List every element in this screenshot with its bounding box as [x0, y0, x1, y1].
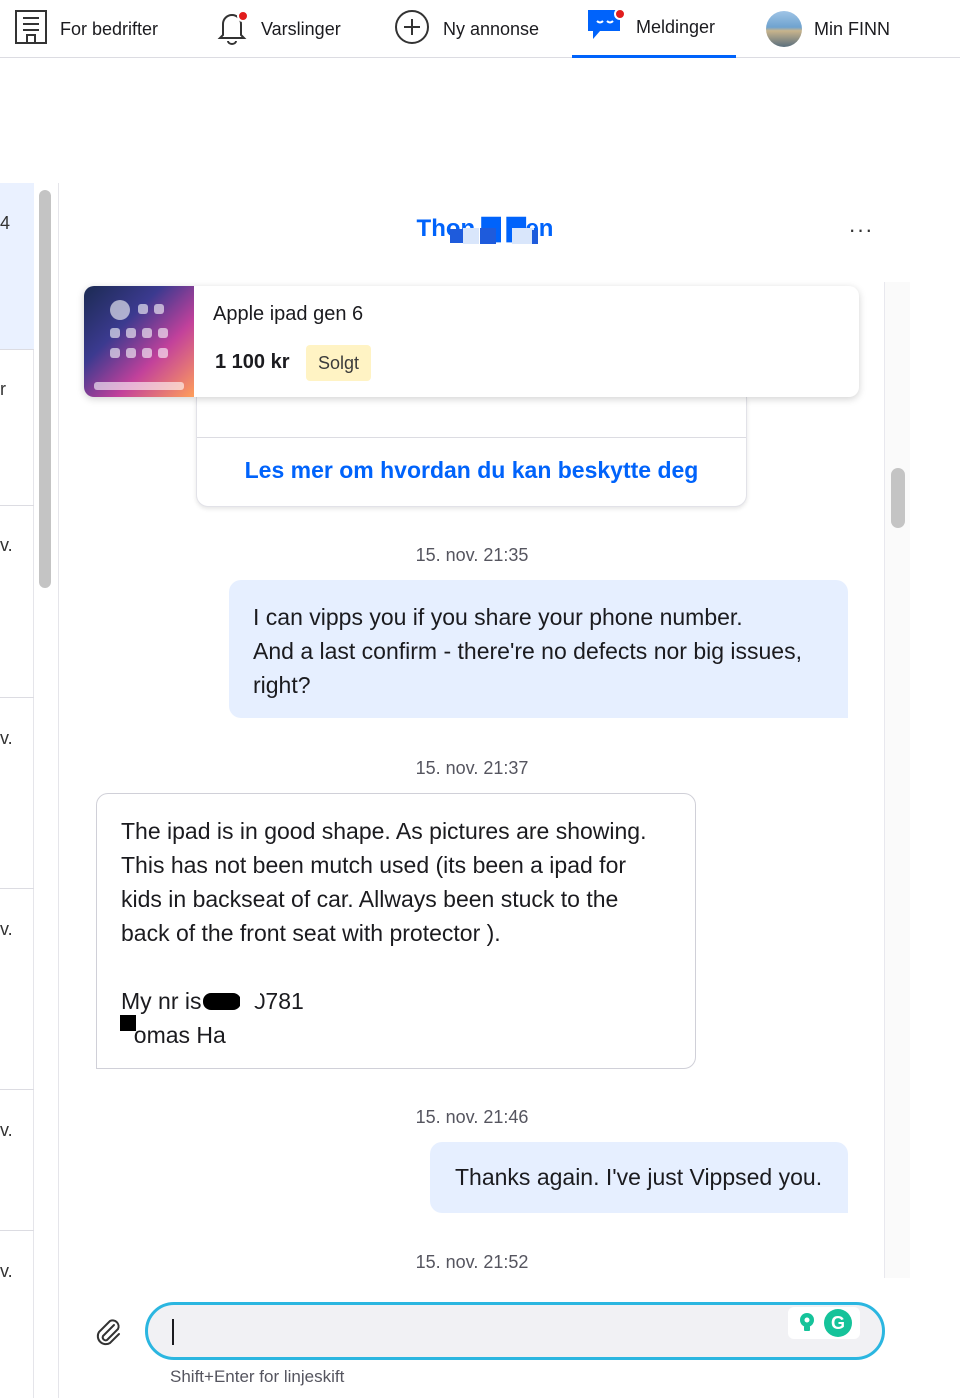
more-options-button[interactable]: ···: [846, 219, 876, 244]
chat-icon: [586, 7, 626, 48]
avatar: [766, 11, 802, 47]
message-incoming: The ipad is in good shape. As pictures a…: [96, 793, 696, 1069]
status-badge: Solgt: [306, 345, 372, 381]
safety-info-link[interactable]: Les mer om hvordan du kan beskytte deg: [197, 457, 746, 484]
safety-info-card: Les mer om hvordan du kan beskytte deg: [196, 397, 747, 507]
nav-notifications-label: Varslinger: [261, 18, 341, 39]
message-timestamp: 15. nov. 21:46: [415, 1107, 529, 1127]
message-input[interactable]: G: [145, 1302, 885, 1360]
bell-icon: [215, 9, 249, 50]
nav-my-finn[interactable]: Min FINN: [766, 0, 890, 58]
nav-my-finn-label: Min FINN: [814, 18, 890, 39]
conversation-list-scrollbar[interactable]: [39, 190, 51, 588]
message-text: Thanks again. I've just Vippsed you.: [455, 1164, 823, 1190]
nav-messages[interactable]: Meldinger: [572, 0, 736, 58]
message-text: The ipad is in good shape. As pictures a…: [121, 818, 647, 1048]
plus-circle-icon: [393, 8, 431, 51]
message-outgoing: Thanks again. I've just Vippsed you.: [430, 1142, 848, 1213]
nav-messages-label: Meldinger: [636, 17, 716, 37]
message-outgoing: I can vipps you if you share your phone …: [229, 580, 848, 718]
ad-card[interactable]: Apple ipad gen 6 1 100 kr Solgt: [84, 286, 859, 397]
nav-business[interactable]: For bedrifter: [14, 0, 158, 58]
building-icon: [14, 9, 48, 50]
conversation-item-selected[interactable]: [0, 183, 34, 349]
redaction: [450, 229, 463, 243]
top-navigation: For bedrifter Varslinger Ny annonse Meld…: [0, 0, 960, 58]
nav-notifications[interactable]: Varslinger: [215, 0, 341, 58]
grammarly-icon[interactable]: G: [824, 1309, 852, 1337]
ad-title[interactable]: Apple ipad gen 6: [213, 303, 363, 326]
message-timestamp: 15. nov. 21:52: [415, 1252, 529, 1272]
chat-scrollbar-thumb[interactable]: [891, 468, 905, 528]
text-caret: [172, 1319, 174, 1345]
grammarly-widget[interactable]: G: [788, 1307, 860, 1339]
message-timestamp: 15. nov. 21:37: [415, 758, 529, 778]
redaction: [120, 1015, 136, 1031]
nav-new-ad-label: Ny annonse: [443, 18, 540, 39]
nav-new-ad[interactable]: Ny annonse: [393, 0, 539, 58]
conversation-list: 4 r v. v. v. v. v.: [0, 183, 34, 1398]
composer-hint: Shift+Enter for linjeskift: [170, 1367, 345, 1386]
ad-price: 1 100 kr: [215, 351, 290, 373]
paperclip-icon[interactable]: [92, 1316, 124, 1348]
ad-thumbnail: [84, 286, 194, 397]
chat-scrollbar-track[interactable]: [884, 282, 910, 1278]
message-timestamp: 15. nov. 21:35: [415, 545, 529, 565]
message-text: I can vipps you if you share your phone …: [253, 604, 802, 698]
redaction: [203, 993, 241, 1010]
nav-business-label: For bedrifter: [60, 18, 159, 39]
lightbulb-icon[interactable]: [796, 1311, 818, 1333]
